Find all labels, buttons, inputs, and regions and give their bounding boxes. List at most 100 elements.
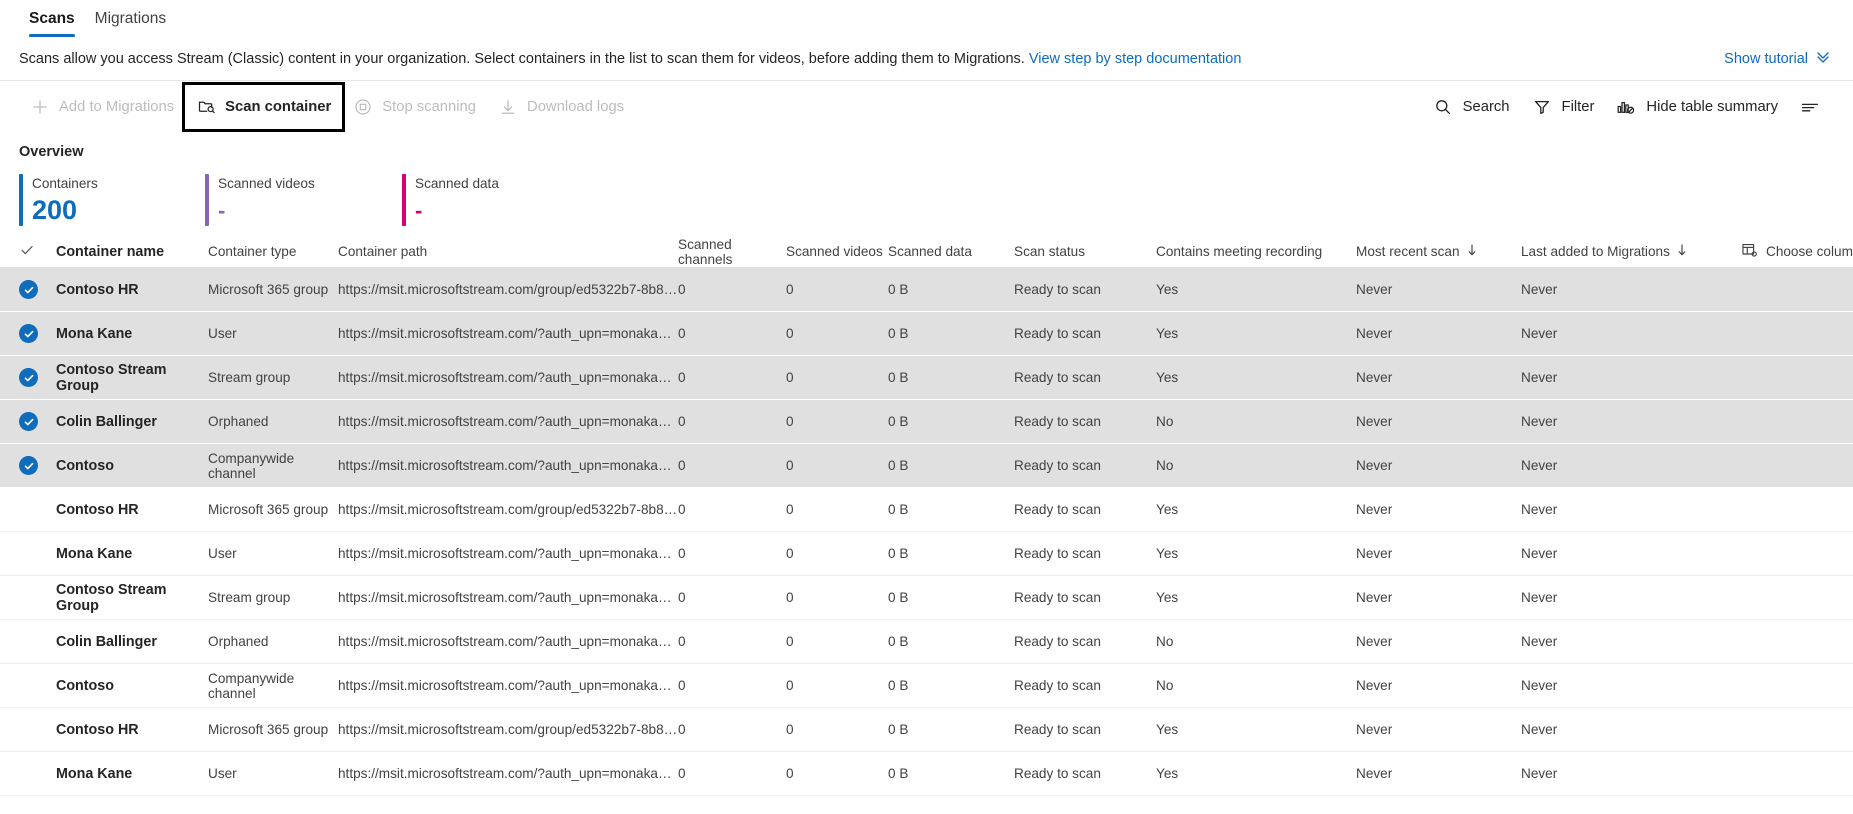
stat-scanned-videos-value: - [218,194,315,227]
cell-container-path: https://msit.microsoftstream.com/?auth_u… [338,326,678,341]
cell-container-name: Contoso HR [56,282,208,298]
choose-columns-icon [1741,242,1758,261]
table-body: Contoso HRMicrosoft 365 grouphttps://msi… [0,268,1853,796]
row-checkbox[interactable] [19,368,56,387]
cell-scanned-data: 0 B [888,634,1014,649]
table-header-row: Container name Container type Container … [0,234,1853,268]
tab-migrations[interactable]: Migrations [85,8,177,40]
row-checkbox[interactable] [19,412,56,431]
scan-container-button[interactable]: Scan container [185,85,342,129]
cell-container-type: Companywide channel [208,671,338,701]
filter-button[interactable]: Filter [1521,89,1606,125]
filter-label: Filter [1562,99,1595,115]
column-header-scanned-data[interactable]: Scanned data [888,244,1014,259]
cell-container-path: https://msit.microsoftstream.com/?auth_u… [338,590,678,605]
select-all-checkbox[interactable] [19,242,56,261]
cell-scanned-channels: 0 [678,546,786,561]
row-checkbox-checked[interactable] [19,456,38,475]
row-checkbox[interactable] [19,280,56,299]
cell-last-added: Never [1521,766,1741,781]
filter-funnel-icon [1532,97,1552,117]
add-to-migrations-button[interactable]: Add to Migrations [19,89,185,125]
cell-scan-status: Ready to scan [1014,502,1156,517]
cell-scanned-channels: 0 [678,722,786,737]
stop-scanning-button[interactable]: Stop scanning [342,89,487,125]
row-checkbox[interactable] [19,456,56,475]
cell-scanned-data: 0 B [888,370,1014,385]
documentation-link[interactable]: View step by step documentation [1029,51,1242,67]
cell-most-recent-scan: Never [1356,326,1521,341]
tab-scans[interactable]: Scans [19,8,85,40]
description-text: Scans allow you access Stream (Classic) … [19,51,1241,67]
column-header-scanned-videos[interactable]: Scanned videos [786,244,888,259]
table-row[interactable]: ContosoCompanywide channelhttps://msit.m… [0,444,1853,488]
cell-scan-status: Ready to scan [1014,678,1156,693]
row-checkbox[interactable] [19,324,56,343]
cell-container-name: Mona Kane [56,766,208,782]
column-header-most-recent-scan[interactable]: Most recent scan [1356,243,1521,260]
cell-scanned-videos: 0 [786,678,888,693]
column-header-contains-meeting-recording[interactable]: Contains meeting recording [1156,244,1356,259]
search-button[interactable]: Search [1422,89,1521,125]
folder-search-icon [196,97,216,117]
cell-scanned-data: 0 B [888,546,1014,561]
row-checkbox-checked[interactable] [19,324,38,343]
arrow-down-icon [1466,243,1478,260]
column-header-scan-status[interactable]: Scan status [1014,244,1156,259]
cell-last-added: Never [1521,722,1741,737]
arrow-down-icon [1676,243,1688,260]
cell-most-recent-scan: Never [1356,590,1521,605]
hide-table-summary-button[interactable]: Hide table summary [1605,89,1789,125]
table-row[interactable]: Contoso Stream GroupStream grouphttps://… [0,356,1853,400]
choose-columns-button[interactable]: Choose columns [1741,242,1853,261]
cell-scanned-videos: 0 [786,458,888,473]
cell-last-added: Never [1521,414,1741,429]
cell-most-recent-scan: Never [1356,766,1521,781]
cell-contains-meeting: No [1156,458,1356,473]
row-checkbox-checked[interactable] [19,280,38,299]
cell-most-recent-scan: Never [1356,546,1521,561]
cell-last-added: Never [1521,590,1741,605]
show-tutorial-button[interactable]: Show tutorial [1724,49,1831,69]
column-header-container-type[interactable]: Container type [208,244,338,259]
description-bar: Scans allow you access Stream (Classic) … [0,38,1853,80]
table-row[interactable]: Colin BallingerOrphanedhttps://msit.micr… [0,620,1853,664]
table-row[interactable]: Contoso HRMicrosoft 365 grouphttps://msi… [0,488,1853,532]
table-row[interactable]: Contoso HRMicrosoft 365 grouphttps://msi… [0,268,1853,312]
row-checkbox-checked[interactable] [19,368,38,387]
cell-scan-status: Ready to scan [1014,546,1156,561]
table-row[interactable]: Mona KaneUserhttps://msit.microsoftstrea… [0,312,1853,356]
table-row[interactable]: Mona KaneUserhttps://msit.microsoftstrea… [0,532,1853,576]
plus-icon [30,97,50,117]
search-label: Search [1463,99,1510,115]
cell-scanned-videos: 0 [786,722,888,737]
cell-container-path: https://msit.microsoftstream.com/?auth_u… [338,458,678,473]
cell-contains-meeting: Yes [1156,766,1356,781]
cell-contains-meeting: No [1156,414,1356,429]
table-row[interactable]: ContosoCompanywide channelhttps://msit.m… [0,664,1853,708]
view-options-button[interactable] [1789,89,1831,125]
cell-container-type: Microsoft 365 group [208,282,338,297]
column-header-container-name[interactable]: Container name [56,244,208,260]
cell-contains-meeting: Yes [1156,546,1356,561]
description-sentence: Scans allow you access Stream (Classic) … [19,51,1029,67]
table-row[interactable]: Colin BallingerOrphanedhttps://msit.micr… [0,400,1853,444]
download-logs-button[interactable]: Download logs [487,89,635,125]
row-checkbox-checked[interactable] [19,412,38,431]
table-row[interactable]: Contoso HRMicrosoft 365 grouphttps://msi… [0,708,1853,752]
column-header-scanned-channels[interactable]: Scanned channels [678,237,786,267]
cell-container-name: Colin Ballinger [56,414,208,430]
cell-last-added: Never [1521,546,1741,561]
cell-scanned-channels: 0 [678,766,786,781]
cell-last-added: Never [1521,502,1741,517]
cell-scanned-videos: 0 [786,414,888,429]
table-row[interactable]: Contoso Stream GroupStream grouphttps://… [0,576,1853,620]
add-to-migrations-label: Add to Migrations [59,99,174,115]
stat-containers: Containers 200 [19,174,205,226]
table-row[interactable]: Mona KaneUserhttps://msit.microsoftstrea… [0,752,1853,796]
cell-container-name: Contoso HR [56,722,208,738]
column-header-last-added-to-migrations[interactable]: Last added to Migrations [1521,243,1741,260]
column-header-container-path[interactable]: Container path [338,244,678,259]
cell-scan-status: Ready to scan [1014,282,1156,297]
cell-scan-status: Ready to scan [1014,634,1156,649]
